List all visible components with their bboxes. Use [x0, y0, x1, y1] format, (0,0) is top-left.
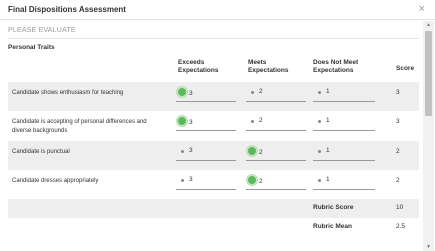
dialog-title: Final Dispositions Assessment — [8, 5, 126, 14]
header-exceeds-line-2: Expectations — [178, 67, 219, 74]
radio-selected-icon[interactable] — [177, 116, 187, 126]
radio-icon[interactable] — [318, 150, 321, 153]
option-value: 2 — [259, 88, 263, 95]
header-does-not-meet-line-2: Expectations — [313, 67, 354, 74]
radio-icon[interactable] — [181, 150, 184, 153]
group-heading: Personal Traits — [8, 44, 55, 51]
radio-icon[interactable] — [251, 91, 254, 94]
option-value: 2 — [259, 178, 263, 185]
row-score: 2 — [396, 148, 400, 155]
trait-label: Candidate is punctual — [12, 149, 70, 155]
option-value: 3 — [189, 119, 193, 126]
option-value: 1 — [326, 117, 330, 124]
option-exceeds[interactable]: 3 — [176, 87, 236, 102]
option-value: 3 — [189, 147, 193, 154]
rubric-mean-value: 2.5 — [396, 223, 406, 230]
radio-icon[interactable] — [181, 179, 184, 182]
section-label: PLEASE EVALUATE — [8, 27, 76, 34]
rubric-mean-row: Rubric Mean 2.5 — [8, 218, 419, 237]
row-score: 3 — [396, 89, 400, 96]
option-does-not-meet[interactable]: 1 — [313, 146, 375, 161]
option-value: 1 — [326, 147, 330, 154]
table-header: Exceeds Expectations Meets Expectations Do… — [8, 56, 419, 82]
vertical-scrollbar[interactable]: ▲ ▼ — [423, 21, 434, 251]
trait-label: Candidate shows enthusiasm for teaching — [12, 90, 124, 96]
header-meets: Meets Expectations — [248, 59, 288, 75]
header-does-not-meet-line-1: Does Not Meet — [313, 59, 359, 66]
option-does-not-meet[interactable]: 1 — [313, 87, 375, 102]
radio-selected-icon[interactable] — [247, 146, 257, 156]
option-exceeds[interactable]: 3 — [176, 146, 236, 161]
radio-icon[interactable] — [251, 120, 254, 123]
radio-icon[interactable] — [318, 120, 321, 123]
header-exceeds: Exceeds Expectations — [178, 59, 218, 75]
option-meets[interactable]: 2 — [246, 146, 306, 161]
radio-selected-icon[interactable] — [177, 87, 187, 97]
option-value: 2 — [259, 117, 263, 124]
rubric-score-value: 10 — [396, 204, 404, 211]
option-exceeds[interactable]: 3 — [176, 116, 236, 131]
header-does-not-meet: Does Not Meet Expectations — [313, 59, 358, 75]
table-row: Candidate shows enthusiasm for teaching 3… — [8, 82, 419, 111]
scroll-down-arrow-icon[interactable]: ▼ — [426, 244, 431, 250]
option-does-not-meet[interactable]: 1 — [313, 116, 375, 131]
table-row: Candidate is punctual 3 2 1 2 — [8, 141, 419, 170]
option-meets[interactable]: 2 — [246, 116, 306, 131]
header-meets-line-2: Expectations — [248, 67, 289, 74]
trait-label: Candidate dresses appropriately — [12, 178, 99, 184]
row-score: 3 — [396, 118, 400, 125]
rubric-score-row: Rubric Score 10 — [8, 199, 419, 218]
rubric-score-label: Rubric Score — [313, 204, 354, 211]
option-exceeds[interactable]: 3 — [176, 175, 236, 190]
scroll-up-arrow-icon[interactable]: ▲ — [426, 22, 431, 28]
trait-label: Candidate is accepting of personal diffe… — [12, 119, 147, 134]
row-score: 2 — [396, 177, 400, 184]
radio-selected-icon[interactable] — [247, 175, 257, 185]
option-value: 3 — [189, 176, 193, 183]
radio-icon[interactable] — [318, 179, 321, 182]
dialog-header: Final Dispositions Assessment × — [0, 0, 435, 20]
header-meets-line-1: Meets — [248, 59, 267, 66]
option-does-not-meet[interactable]: 1 — [313, 175, 375, 190]
option-value: 2 — [259, 149, 263, 156]
section-divider — [8, 38, 419, 39]
assessment-table: Exceeds Expectations Meets Expectations Do… — [8, 56, 419, 237]
option-meets[interactable]: 2 — [246, 175, 306, 190]
scroll-thumb[interactable] — [425, 31, 432, 116]
radio-icon[interactable] — [318, 91, 321, 94]
close-icon[interactable]: × — [419, 3, 425, 15]
option-meets[interactable]: 2 — [246, 87, 306, 102]
option-value: 1 — [326, 88, 330, 95]
table-row: Candidate dresses appropriately 3 2 1 2 — [8, 170, 419, 199]
option-value: 3 — [189, 90, 193, 97]
table-row: Candidate is accepting of personal diffe… — [8, 111, 419, 141]
header-score: Score — [396, 65, 415, 72]
rubric-mean-label: Rubric Mean — [313, 223, 353, 230]
option-value: 1 — [326, 176, 330, 183]
header-exceeds-line-1: Exceeds — [178, 59, 205, 66]
